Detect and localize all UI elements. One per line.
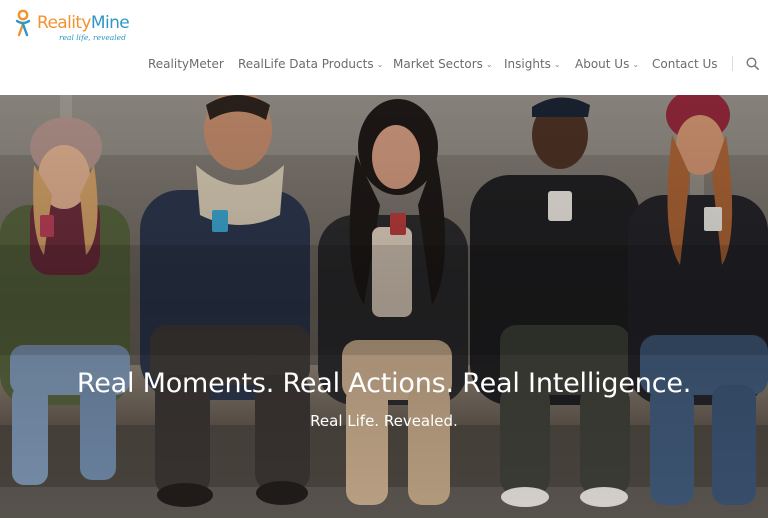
nav-item-realitymeter[interactable]: RealityMeter bbox=[148, 55, 224, 73]
nav-item-label: About Us bbox=[575, 57, 630, 71]
search-icon bbox=[746, 57, 759, 70]
hero-subheadline: Real Life. Revealed. bbox=[310, 412, 458, 430]
logo-wordmark: RealityMine bbox=[37, 13, 130, 33]
nav-item-label: RealityMeter bbox=[148, 57, 224, 71]
chevron-down-icon: ⌄ bbox=[485, 60, 493, 69]
nav-item-label: Insights bbox=[504, 57, 551, 71]
logo-person-icon bbox=[15, 9, 31, 37]
logo-tagline: real life, revealed bbox=[59, 33, 126, 42]
nav-divider bbox=[732, 56, 733, 71]
hero-headline: Real Moments. Real Actions. Real Intelli… bbox=[76, 368, 692, 399]
nav-item-label: RealLife Data Products bbox=[238, 57, 374, 71]
nav-item-contact-us[interactable]: Contact Us bbox=[652, 55, 718, 73]
chevron-down-icon: ⌄ bbox=[553, 60, 561, 69]
chevron-down-icon: ⌄ bbox=[632, 60, 640, 69]
nav-item-label: Contact Us bbox=[652, 57, 718, 71]
nav-item-market-sectors[interactable]: Market Sectors ⌄ bbox=[393, 55, 493, 73]
nav-item-label: Market Sectors bbox=[393, 57, 483, 71]
nav-item-reallife-data-products[interactable]: RealLife Data Products ⌄ bbox=[238, 55, 383, 73]
hero-banner: Real Moments. Real Actions. Real Intelli… bbox=[0, 95, 768, 518]
search-button[interactable] bbox=[744, 55, 762, 73]
nav-item-insights[interactable]: Insights ⌄ bbox=[504, 55, 561, 73]
nav-item-about-us[interactable]: About Us ⌄ bbox=[575, 55, 639, 73]
site-header: RealityMine real life, revealed RealityM… bbox=[0, 0, 768, 95]
hero-photo bbox=[0, 95, 768, 518]
chevron-down-icon: ⌄ bbox=[376, 60, 384, 69]
logo[interactable]: RealityMine real life, revealed bbox=[15, 9, 145, 43]
main-nav: RealityMeter RealLife Data Products ⌄ Mar… bbox=[0, 55, 768, 73]
